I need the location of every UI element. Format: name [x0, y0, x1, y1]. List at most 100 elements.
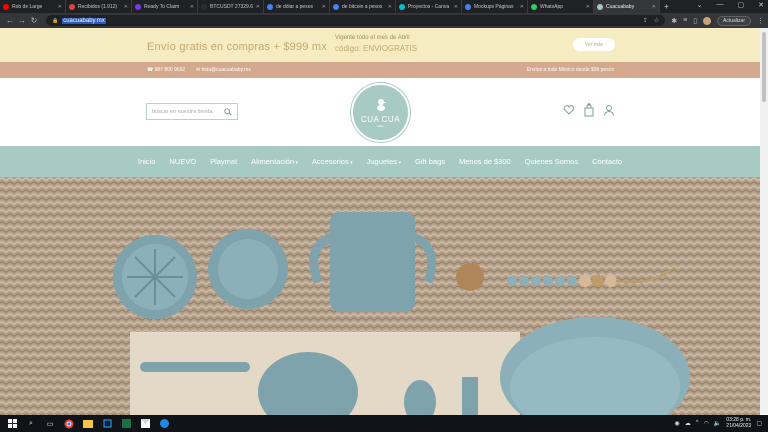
search-taskbar-icon[interactable]: ⌕ [24, 418, 38, 429]
excel-icon[interactable] [119, 418, 133, 429]
nav-item[interactable]: Quienes Somos [525, 157, 578, 166]
nav-item[interactable]: Gift bags [415, 157, 445, 166]
cloud-tray-icon[interactable]: ☁ [685, 420, 691, 427]
browser-tab[interactable]: de bitcoin a pesos ✕ [330, 0, 396, 13]
tab-close-icon[interactable]: ✕ [520, 4, 524, 10]
browser-tab[interactable]: Ready To Claim ✕ [132, 0, 198, 13]
sidepanel-icon[interactable]: ▯ [693, 17, 697, 25]
shipping-note: Envíos a todo México desde $99 pesos [526, 67, 614, 73]
browser-tab[interactable]: BTCUSDT 27329.6 ✕ [198, 0, 264, 13]
browser-tab[interactable]: Rob de Large ✕ [0, 0, 66, 13]
site-logo[interactable]: CUA CUA baby [351, 83, 410, 142]
search-box[interactable]: buscar en nuestra tienda [146, 103, 238, 120]
tab-close-icon[interactable]: ✕ [124, 4, 128, 10]
nav-item[interactable]: NUEVO [169, 157, 196, 166]
tab-close-icon[interactable]: ✕ [322, 4, 326, 10]
browser-tab[interactable]: Recibidos (1.912) ✕ [66, 0, 132, 13]
browser-tab[interactable]: WhatsApp ✕ [528, 0, 594, 13]
nav-item[interactable]: Alimentación ▾ [251, 157, 298, 166]
mail-app-icon[interactable] [138, 418, 152, 429]
scrollbar-thumb[interactable] [762, 32, 766, 102]
tab-favicon-icon [3, 3, 9, 10]
profile-avatar[interactable] [703, 16, 712, 25]
forward-icon[interactable]: → [16, 16, 28, 25]
browser-tab[interactable]: de dólar a pesos ✕ [264, 0, 330, 13]
free-shipping-text: Envío gratis en compras + $999 mx [147, 41, 327, 53]
heart-icon[interactable] [563, 103, 575, 117]
tab-close-icon[interactable]: ✕ [58, 4, 62, 10]
new-tab-button[interactable]: + [664, 2, 669, 11]
user-icon[interactable] [603, 103, 615, 117]
tab-close-icon[interactable]: ✕ [256, 4, 260, 10]
minimize-icon[interactable]: — [717, 1, 724, 9]
close-window-icon[interactable]: ✕ [758, 1, 764, 9]
page-scrollbar[interactable] [760, 28, 768, 414]
nav-item[interactable]: Accesorios ▾ [312, 157, 353, 166]
wifi-icon[interactable]: ◠ [704, 420, 709, 427]
tab-close-icon[interactable]: ✕ [190, 4, 194, 10]
url-text[interactable]: cuacuababy.mx [62, 17, 106, 24]
notifications-icon[interactable]: ▢ [756, 420, 762, 427]
tab-favicon-icon [135, 3, 141, 10]
media-icon[interactable]: ≡ [683, 17, 687, 24]
tab-title: de dólar a pesos [276, 3, 313, 10]
browser-tab-strip: Rob de Large ✕ Recibidos (1.912) ✕ Ready To … [0, 0, 768, 13]
address-bar-row: ← → ↻ 🔒 cuacuababy.mx ⇪ ☆ ✱ ≡ ▯ Actualiz… [0, 13, 768, 28]
tab-title: Proyectos - Canva [408, 3, 450, 10]
volume-icon[interactable]: 🔈 [714, 420, 721, 427]
phone-link[interactable]: ☎ 987 800 9692 [147, 67, 185, 73]
email-text: hola@cuacuababy.mx [201, 67, 251, 73]
chrome-taskbar-icon[interactable] [62, 418, 76, 429]
tab-favicon-icon [201, 3, 207, 10]
search-input[interactable]: buscar en nuestra tienda [152, 109, 224, 115]
tab-favicon-icon [333, 3, 339, 10]
logo-subtext: baby [377, 123, 384, 128]
browser-tab[interactable]: Mockups Páginas ✕ [462, 0, 528, 13]
maximize-icon[interactable]: ▢ [738, 1, 745, 9]
tab-close-icon[interactable]: ✕ [586, 4, 590, 10]
browser-tab[interactable]: Proyectos - Canva ✕ [396, 0, 462, 13]
promo-code-text: código: ENVIOGRATIS [335, 44, 418, 53]
reload-icon[interactable]: ↻ [28, 16, 40, 25]
tab-favicon-icon [69, 3, 75, 10]
nav-item[interactable]: Menos de $300 [459, 157, 511, 166]
system-clock[interactable]: 03:28 p. m. 21/04/2023 [726, 417, 751, 429]
omnibox[interactable]: 🔒 cuacuababy.mx ⇪ ☆ [45, 15, 666, 26]
browser-tab[interactable]: Cuacuababy ✕ [594, 0, 660, 13]
windows-start-icon[interactable] [5, 418, 19, 429]
back-icon[interactable]: ← [4, 16, 16, 25]
menu-kebab-icon[interactable]: ⋮ [757, 17, 764, 25]
tab-favicon-icon [597, 3, 603, 10]
tab-close-icon[interactable]: ✕ [388, 4, 392, 10]
hero-image[interactable] [0, 177, 760, 415]
tab-title: BTCUSDT 27329.6 [210, 3, 253, 10]
photoshop-icon[interactable] [100, 418, 114, 429]
window-controls: ⌄ — ▢ ✕ [697, 1, 764, 9]
nav-item[interactable]: Playmat [210, 157, 237, 166]
chevron-up-icon[interactable]: ^ [696, 420, 699, 426]
phone-text: 987 800 9692 [154, 67, 186, 73]
share-icon[interactable]: ⇪ [643, 17, 648, 24]
tab-close-icon[interactable]: ✕ [652, 4, 656, 10]
nav-item[interactable]: Inicio [138, 157, 156, 166]
main-navigation: Inicio NUEVO Playmat Alimentación ▾ Accesori… [0, 146, 760, 177]
nav-item-label: Inicio [137, 157, 156, 166]
nav-item[interactable]: Juguetes ▾ [367, 157, 401, 166]
file-explorer-icon[interactable] [81, 418, 95, 429]
search-icon[interactable] [224, 107, 232, 116]
email-link[interactable]: ✉ hola@cuacuababy.mx [196, 67, 251, 73]
tab-close-icon[interactable]: ✕ [454, 4, 458, 10]
update-button[interactable]: Actualizar [717, 15, 751, 26]
duck-logo-icon [376, 98, 386, 111]
cart-icon[interactable] [583, 103, 595, 117]
tab-favicon-icon [399, 3, 405, 10]
task-view-icon[interactable]: ▭ [43, 418, 57, 429]
bookmark-star-icon[interactable]: ☆ [654, 17, 659, 24]
tab-search-icon[interactable]: ⌄ [697, 1, 703, 9]
nav-item[interactable]: Contacto [592, 157, 622, 166]
chrome-tray-icon[interactable]: ◉ [674, 420, 679, 427]
extensions-icon[interactable]: ✱ [671, 17, 677, 25]
edge-icon[interactable] [157, 418, 171, 429]
see-more-button[interactable]: Ver más [573, 38, 615, 51]
lock-icon[interactable]: 🔒 [52, 18, 58, 24]
